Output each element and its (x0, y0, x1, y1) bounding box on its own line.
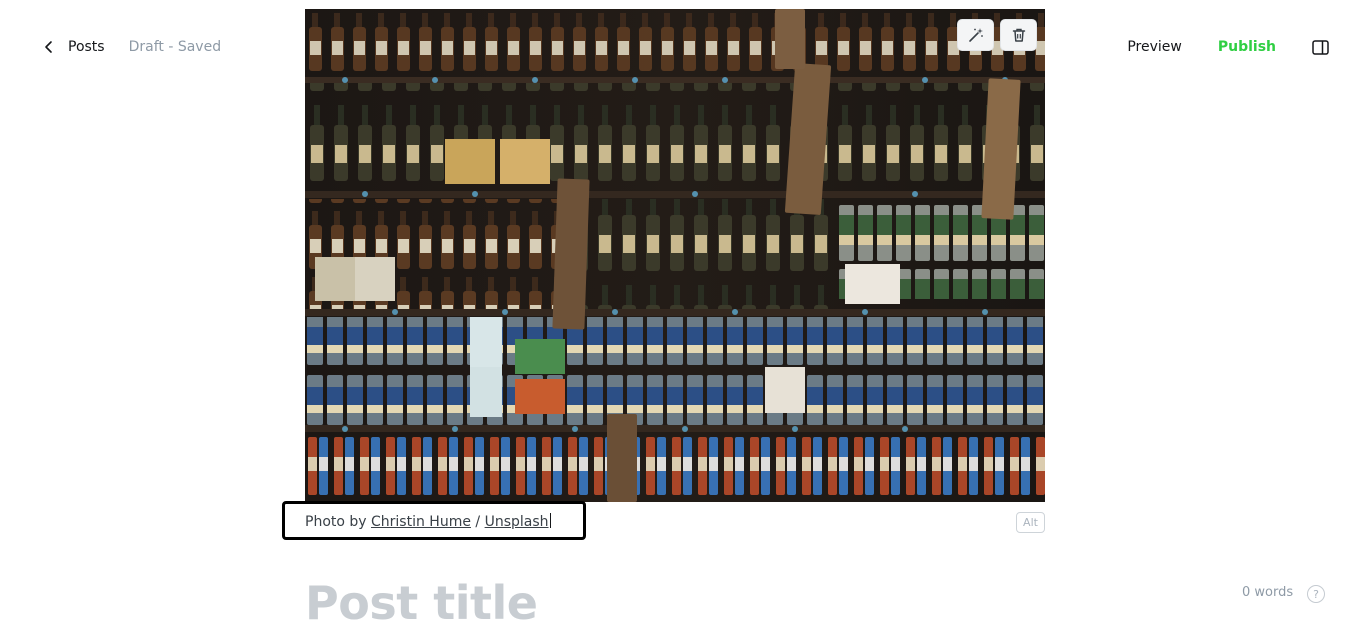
editor-topbar-left: Posts Draft - Saved (40, 36, 221, 58)
chevron-left-icon (45, 41, 52, 53)
caption-author-link[interactable]: Christin Hume (371, 514, 471, 530)
image-toolbar (957, 19, 1037, 51)
caption-prefix: Photo by (305, 514, 372, 530)
sign-aged (775, 9, 805, 69)
image-caption[interactable]: Photo by Christin Hume / Unsplash (305, 513, 551, 530)
feature-image-photo (305, 9, 1045, 502)
caption-source-link[interactable]: Unsplash (485, 514, 549, 530)
trash-icon (1012, 28, 1025, 42)
editor-topbar-right: Preview Publish (1127, 34, 1330, 60)
text-cursor (549, 513, 551, 528)
back-link-label: Posts (68, 39, 105, 55)
question-circle-icon[interactable]: ? (1307, 585, 1325, 603)
publish-button[interactable]: Publish (1218, 39, 1276, 55)
alt-text-button[interactable]: Alt (1016, 512, 1045, 533)
feature-image[interactable] (305, 9, 1045, 502)
sign-brewer (607, 414, 637, 502)
preview-button[interactable]: Preview (1127, 39, 1182, 55)
draft-status: Draft - Saved (128, 39, 222, 55)
sidebar-toggle-button[interactable] (1310, 37, 1330, 57)
caption-separator: / (470, 514, 485, 530)
sidebar-panel-icon (1311, 39, 1329, 55)
back-to-posts-link[interactable]: Posts (40, 39, 105, 55)
word-count: 0 words (1242, 585, 1294, 600)
post-title-input[interactable]: Post title (305, 576, 538, 630)
image-delete-button[interactable] (1000, 19, 1037, 51)
magic-wand-icon (968, 28, 983, 42)
image-magic-button[interactable] (957, 19, 994, 51)
sign-stout (552, 178, 590, 330)
